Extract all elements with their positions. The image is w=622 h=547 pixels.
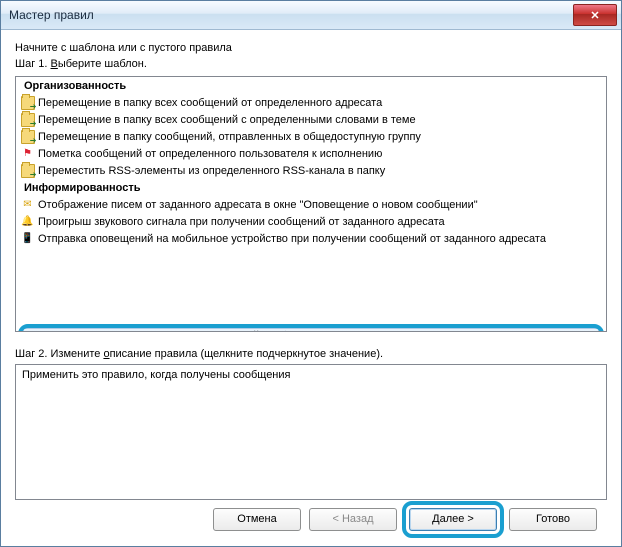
folder-move-icon: ➔	[20, 112, 35, 127]
list-item-selected[interactable]: Применение правила к полученным мной соо…	[23, 328, 599, 332]
list-item[interactable]: ✉Отображение писем от заданного адресата…	[16, 196, 606, 213]
folder-move-icon: ➔	[20, 95, 35, 110]
speaker-icon: 🔔	[20, 214, 35, 229]
dialog-body: Начните с шаблона или с пустого правила …	[1, 30, 621, 546]
back-button: < Назад	[309, 508, 397, 531]
button-row: Отмена < Назад Далее > Готово	[15, 500, 607, 538]
list-item[interactable]: ➔Перемещение в папку всех сообщений с оп…	[16, 111, 606, 128]
list-item[interactable]: ➔Перемещение в папку сообщений, отправле…	[16, 128, 606, 145]
next-button[interactable]: Далее >	[409, 508, 497, 531]
close-button[interactable]: ✕	[573, 4, 617, 26]
group-header-organization: Организованность	[16, 77, 606, 94]
group-header-awareness: Информированность	[16, 179, 606, 196]
cancel-button[interactable]: Отмена	[213, 508, 301, 531]
list-item[interactable]: ⚑Пометка сообщений от определенного поль…	[16, 145, 606, 162]
finish-button[interactable]: Готово	[509, 508, 597, 531]
list-item[interactable]: ➔Перемещение в папку всех сообщений от о…	[16, 94, 606, 111]
selected-item-label: Применение правила к полученным мной соо…	[46, 330, 327, 333]
template-listbox[interactable]: Организованность ➔Перемещение в папку вс…	[15, 76, 607, 332]
close-icon: ✕	[590, 9, 599, 22]
rules-wizard-window: Мастер правил ✕ Начните с шаблона или с …	[0, 0, 622, 547]
folder-move-icon: ➔	[20, 163, 35, 178]
list-item[interactable]: ➔Переместить RSS-элементы из определенно…	[16, 162, 606, 179]
step1-label: Шаг 1. Выберите шаблон.	[15, 58, 607, 70]
phone-icon: 📱	[20, 231, 35, 246]
folder-move-icon: ➔	[20, 129, 35, 144]
rule-description-box[interactable]: Применить это правило, когда получены со…	[15, 364, 607, 500]
list-item[interactable]: 📱Отправка оповещений на мобильное устрой…	[16, 230, 606, 247]
step2-label: Шаг 2. Измените описание правила (щелкни…	[15, 348, 607, 360]
flag-icon: ⚑	[20, 146, 35, 161]
envelope-icon	[28, 329, 43, 332]
window-title: Мастер правил	[9, 8, 573, 22]
alert-icon: ✉	[20, 197, 35, 212]
titlebar[interactable]: Мастер правил ✕	[1, 1, 621, 30]
tutorial-highlight-icon: Далее >	[402, 501, 504, 538]
intro-text: Начните с шаблона или с пустого правила	[15, 42, 607, 54]
description-text: Применить это правило, когда получены со…	[22, 369, 291, 381]
list-item[interactable]: 🔔Проигрыш звукового сигнала при получени…	[16, 213, 606, 230]
